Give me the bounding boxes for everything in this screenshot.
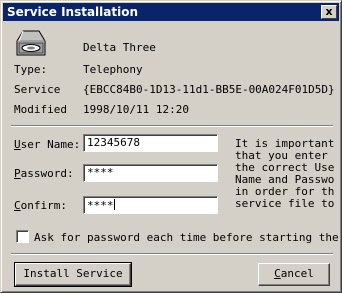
window-title: Service Installation — [7, 5, 139, 19]
ask-password-checkbox[interactable] — [16, 230, 29, 243]
password-field[interactable]: **** — [83, 164, 218, 182]
disk-drive-icon — [16, 30, 46, 56]
username-field[interactable]: 12345678 — [83, 134, 218, 152]
service-installation-dialog: Service Installation x Delta Three Type:… — [0, 0, 342, 293]
service-label: Service — [14, 83, 61, 96]
cancel-label: Cancel — [274, 267, 314, 280]
separator-bottom — [11, 253, 333, 255]
confirm-label: Confirm: — [14, 199, 67, 212]
title-bar[interactable]: Service Installation x — [3, 3, 339, 21]
confirm-value: **** — [87, 199, 114, 212]
username-value: 12345678 — [87, 136, 140, 149]
install-service-button[interactable]: Install Service — [14, 262, 132, 287]
username-label: User Name: — [14, 138, 81, 151]
text-caret — [113, 199, 115, 210]
close-icon: x — [325, 5, 333, 18]
type-label: Type: — [14, 63, 48, 76]
modified-value: 1998/10/11 12:20 — [83, 103, 189, 116]
install-service-label: Install Service — [23, 267, 123, 280]
modified-label: Modified — [14, 103, 67, 116]
close-button[interactable]: x — [321, 5, 337, 19]
service-guid-value: {EBCC84B0-1D13-11d1-BB5E-00A024F01D5D} — [83, 83, 335, 96]
service-name: Delta Three — [83, 41, 156, 54]
password-value: **** — [87, 166, 114, 179]
separator-top — [11, 125, 333, 127]
type-value: Telephony — [83, 63, 143, 76]
info-text: It is important that you enter the corre… — [235, 138, 335, 210]
cancel-button[interactable]: Cancel — [258, 263, 330, 286]
password-label: Password: — [14, 167, 74, 180]
ask-password-label[interactable]: Ask for password each time before starti… — [34, 231, 339, 244]
confirm-password-field[interactable]: **** — [83, 196, 218, 214]
